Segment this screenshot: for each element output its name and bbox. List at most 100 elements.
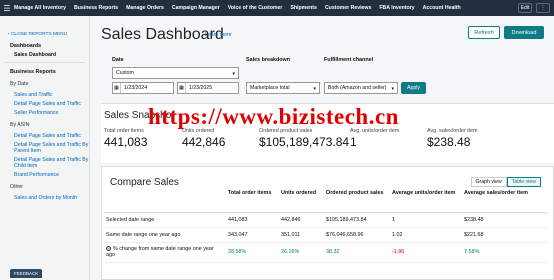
metric-avg-units-order-item: Avg. units/order item 1 (350, 128, 399, 149)
date-filter-label: Date (112, 57, 124, 63)
sales-breakdown-label: Sales breakdown (246, 57, 291, 63)
sales-breakdown-select[interactable]: Marketplace total ▾ (246, 82, 320, 94)
calendar-icon: ▦ (113, 83, 121, 93)
table-cell: 351,011 (279, 227, 324, 243)
table-cell: 28.58% (226, 242, 279, 263)
sidebar-item-brand-performance[interactable]: Brand Performance (0, 169, 89, 178)
metric-value: 441,083 (104, 135, 148, 149)
sidebar-item-sales-and-traffic[interactable]: Sales and Traffic (0, 87, 89, 98)
sidebar-subgroup-other: Other (10, 184, 23, 190)
sidebar-subgroup-by-asin: By ASIN (10, 122, 30, 128)
chevron-down-icon: ▾ (391, 86, 394, 92)
table-cell: $221.68 (462, 227, 548, 243)
sidebar-item-sales-dashboard[interactable]: Sales Dashboard (0, 49, 89, 58)
sidebar-subgroup-by-date: By Date (10, 81, 29, 87)
table-cell: 343,047 (226, 227, 279, 243)
sidebar-item-detail-page-sales-traffic[interactable]: Detail Page Sales and Traffic (0, 98, 89, 107)
table-cell: 38.32 (324, 242, 390, 263)
view-toggle: Graph view Table view (470, 177, 541, 187)
sidebar-item-detail-page-by-parent[interactable]: Detail Page Sales and Traffic By Parent … (0, 139, 89, 154)
close-reports-menu-label: CLOSE REPORTS MENU (10, 32, 68, 37)
column-header: Units ordered (279, 188, 324, 213)
compare-sales-title: Compare Sales (110, 177, 179, 188)
metric-value: 442,846 (182, 135, 226, 149)
metric-value: $105,189,473.84 (259, 135, 350, 149)
row-label: Selected date range (104, 212, 226, 228)
row-label-cell: +% change from same date range one year … (104, 242, 226, 263)
metric-value: $238.48 (427, 135, 471, 149)
nav-campaign-manager[interactable]: Campaign Manager (172, 5, 220, 11)
filters-panel: Date Custom ▾ ▦ 1/23/2024 ▦ 1/23/2025 Sa… (109, 56, 554, 110)
sidebar-item-sales-orders-by-month[interactable]: Sales and Orders by Month (0, 190, 89, 201)
column-header: Average units/order item (390, 188, 462, 213)
metric-avg-sales-order-item: Avg. sales/order item $238.48 (427, 128, 478, 149)
start-date-field[interactable]: ▦ 1/23/2024 (112, 82, 174, 94)
nav-account-health[interactable]: Account Health (423, 5, 461, 11)
table-view-button[interactable]: Table view (506, 177, 541, 187)
table-cell: 26.16% (279, 242, 324, 263)
table-row: Same date range one year ago 343,047 351… (104, 227, 548, 243)
table-cell: $238.48 (462, 212, 548, 228)
table-cell: $105,189,473.84 (324, 212, 390, 228)
sidebar-item-detail-page-by-child[interactable]: Detail Page Sales and Traffic By Child I… (0, 154, 89, 169)
edit-nav-button[interactable]: Edit (518, 3, 532, 13)
end-date-field[interactable]: ▦ 1/23/2025 (177, 82, 239, 94)
sidebar-group-dashboards: Dashboards (10, 43, 42, 49)
learn-more-link[interactable]: Learn more (205, 32, 232, 38)
table-cell: 441,083 (226, 212, 279, 228)
compare-sales-table: Total order items Units ordered Ordered … (104, 188, 548, 263)
metric-total-order-items: Total order items 441,083 (104, 128, 147, 149)
row-label: % change from same date range one year a… (106, 246, 214, 258)
sales-breakdown-value: Marketplace total (250, 85, 290, 91)
more-options-icon[interactable]: ⋮ (536, 3, 550, 13)
fulfillment-channel-select[interactable]: Both (Amazon and seller) ▾ (324, 82, 398, 94)
table-cell: -1.96 (390, 242, 462, 263)
table-cell: $76,046,658.96 (324, 227, 390, 243)
nav-business-reports[interactable]: Business Reports (74, 5, 118, 11)
nav-voice-of-customer[interactable]: Voice of the Customer (228, 5, 283, 11)
chevron-down-icon: ▾ (313, 86, 316, 92)
start-date-value: 1/23/2024 (124, 85, 148, 91)
nav-manage-all-inventory[interactable]: Manage All Inventory (14, 5, 66, 11)
table-cell: 7.58% (462, 242, 548, 263)
date-range-select[interactable]: Custom ▾ (112, 67, 239, 79)
calendar-icon: ▦ (178, 83, 186, 93)
reports-sidebar: ‹ CLOSE REPORTS MENU Dashboards Sales Da… (0, 16, 90, 280)
expand-icon[interactable]: + (106, 246, 111, 251)
nav-customer-reviews[interactable]: Customer Reviews (325, 5, 371, 11)
metric-value: 1 (350, 135, 357, 149)
metric-units-ordered: Units ordered 442,846 (182, 128, 225, 149)
fulfillment-channel-label: Fulfillment channel (324, 57, 374, 63)
close-reports-menu-link[interactable]: ‹ CLOSE REPORTS MENU (0, 16, 89, 37)
sidebar-item-seller-performance[interactable]: Seller Performance (0, 107, 89, 116)
table-cell: 442,846 (279, 212, 324, 228)
table-cell: 1.02 (390, 227, 462, 243)
metric-label: Total order items (104, 128, 144, 134)
end-date-value: 1/23/2025 (189, 85, 213, 91)
fulfillment-channel-value: Both (Amazon and seller) (328, 85, 387, 91)
table-header-row: Total order items Units ordered Ordered … (104, 188, 548, 213)
table-row: +% change from same date range one year … (104, 242, 548, 263)
nav-shipments[interactable]: Shipments (290, 5, 317, 11)
column-header: Average sales/order item (462, 188, 548, 213)
top-navigation: ☰ Manage All Inventory Business Reports … (0, 0, 554, 16)
refresh-button[interactable]: Refresh (468, 26, 500, 39)
hamburger-menu-icon[interactable]: ☰ (0, 0, 14, 16)
download-button[interactable]: Download (504, 26, 544, 39)
row-label: Same date range one year ago (104, 227, 226, 243)
nav-manage-orders[interactable]: Manage Orders (126, 5, 164, 11)
graph-view-button[interactable]: Graph view (470, 177, 507, 187)
feedback-button[interactable]: FEEDBACK (10, 269, 43, 278)
table-cell: 1 (390, 212, 462, 228)
date-range-value: Custom (116, 70, 134, 76)
metric-ordered-product-sales: Ordered product sales $105,189,473.84 (259, 128, 349, 149)
column-header: Total order items (226, 188, 279, 213)
sidebar-group-business-reports: Business Reports (10, 69, 56, 75)
nav-fba-inventory[interactable]: FBA Inventory (379, 5, 414, 11)
column-header: Ordered product sales (324, 188, 390, 213)
table-row: Selected date range 441,083 442,846 $105… (104, 212, 548, 228)
apply-button[interactable]: Apply (401, 82, 426, 94)
metric-label: Avg. sales/order item (427, 128, 478, 134)
sidebar-item-detail-page-by-asin[interactable]: Detail Page Sales and Traffic (0, 128, 89, 139)
chevron-down-icon: ▾ (232, 71, 235, 77)
